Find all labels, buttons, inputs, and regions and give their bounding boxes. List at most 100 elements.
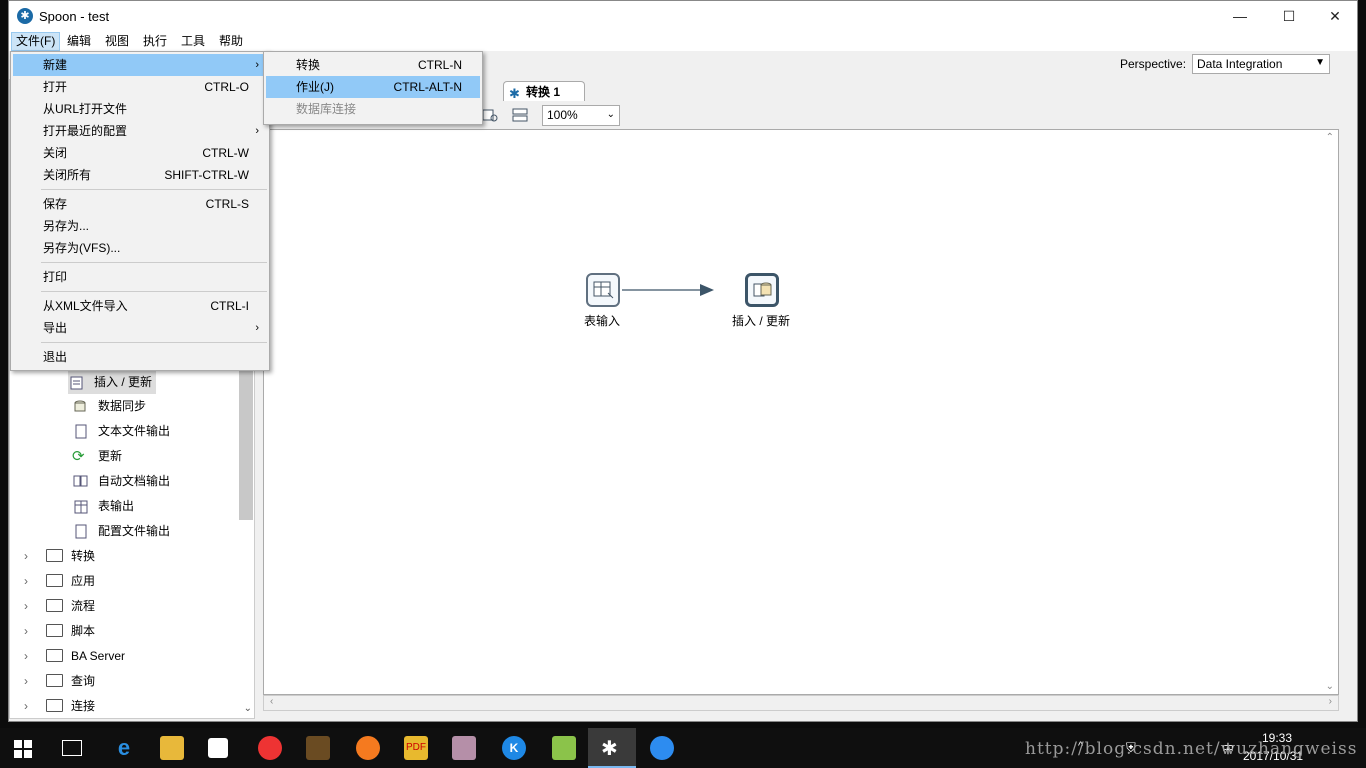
file-menu-open-recent[interactable]: 打开最近的配置 ›: [13, 120, 267, 142]
file-menu-new[interactable]: 新建 ›: [13, 54, 267, 76]
explore-db-icon[interactable]: [481, 107, 499, 123]
tree-folder-query[interactable]: › 查询: [24, 669, 95, 693]
chevron-right-icon: ›: [24, 649, 28, 663]
close-button[interactable]: ✕: [1312, 1, 1357, 31]
tree-folder-ba-server[interactable]: › BA Server: [24, 644, 125, 668]
watermark-text: http://blog.csdn.net/wuzhangweiss: [1025, 739, 1358, 759]
tree-step-data-sync[interactable]: 数据同步: [72, 394, 146, 418]
notes-app-icon[interactable]: [552, 736, 576, 760]
spoon-taskbar-icon: ✱: [601, 738, 618, 760]
window-title: Spoon - test: [39, 9, 110, 24]
table-input-icon: [593, 281, 614, 299]
folder-icon: [46, 624, 63, 638]
transformation-canvas[interactable]: 表输入 插入 / 更新 ⌃ ⌄: [263, 129, 1339, 695]
file-menu-exit[interactable]: 退出: [13, 346, 267, 368]
document-icon: [72, 474, 90, 490]
perspective-label: Perspective:: [1120, 57, 1187, 71]
firefox-icon[interactable]: [356, 736, 380, 760]
scroll-down-icon[interactable]: ⌄: [244, 703, 252, 714]
step-label-insert-update: 插入 / 更新: [732, 314, 791, 328]
taskbar-spoon-active[interactable]: ✱: [588, 728, 636, 768]
scroll-down-icon[interactable]: ⌄: [1326, 681, 1334, 692]
menu-file[interactable]: 文件(F): [11, 32, 61, 51]
scroll-left-icon[interactable]: ‹: [270, 696, 273, 707]
menu-help[interactable]: 帮助: [215, 33, 247, 50]
spoon-app-icon: ✱: [17, 8, 33, 24]
tree-folder-connection[interactable]: › 连接: [24, 694, 95, 718]
task-view-icon[interactable]: [62, 740, 82, 756]
windows-start-icon[interactable]: [14, 740, 32, 758]
menu-separator: [41, 189, 267, 190]
database-tool-icon[interactable]: [452, 736, 476, 760]
chevron-right-icon: ›: [24, 699, 28, 713]
file-menu-import-xml[interactable]: 从XML文件导入 CTRL-I: [13, 295, 267, 317]
tree-folder-flow[interactable]: › 流程: [24, 594, 95, 618]
tree-step-insert-update[interactable]: 插入 / 更新: [68, 370, 157, 394]
file-menu-save-as[interactable]: 另存为...: [13, 215, 267, 237]
k-app-icon[interactable]: K: [502, 736, 526, 760]
tree-folder-script[interactable]: › 脚本: [24, 619, 95, 643]
file-explorer-icon[interactable]: [160, 736, 184, 760]
chevron-down-icon: ▼: [1315, 57, 1325, 68]
scroll-right-icon[interactable]: ›: [1329, 696, 1332, 707]
perspective-value: Data Integration: [1197, 57, 1283, 71]
chevron-right-icon: ›: [24, 599, 28, 613]
file-menu-open-url[interactable]: 从URL打开文件: [13, 98, 267, 120]
menu-bar: 文件(F) 编辑 视图 执行 工具 帮助: [9, 31, 1357, 51]
new-menu-job[interactable]: 作业(J) CTRL-ALT-N: [266, 76, 480, 98]
step-label-table-input: 表输入: [584, 314, 621, 328]
game-app-icon[interactable]: [306, 736, 330, 760]
menu-run[interactable]: 执行: [139, 33, 171, 50]
layout-icon[interactable]: [511, 107, 529, 123]
pdf-app-icon[interactable]: PDF: [404, 736, 428, 760]
tree-step-text-output[interactable]: 文本文件输出: [72, 419, 170, 443]
chevron-right-icon: ›: [24, 624, 28, 638]
menu-separator: [41, 342, 267, 343]
text-file-icon: [72, 424, 90, 440]
new-submenu-dropdown: 转换 CTRL-N 作业(J) CTRL-ALT-N 数据库连接: [263, 51, 483, 125]
insert-update-icon: [68, 375, 86, 391]
feather-app-icon[interactable]: [650, 736, 674, 760]
file-menu-close-all[interactable]: 关闭所有 SHIFT-CTRL-W: [13, 164, 267, 186]
file-menu-print[interactable]: 打印: [13, 266, 267, 288]
chevron-right-icon: ›: [255, 125, 259, 137]
canvas-hscrollbar[interactable]: ‹ ›: [263, 695, 1339, 711]
chrome-icon[interactable]: [258, 736, 282, 760]
transform-icon: ✱: [509, 86, 520, 101]
menu-tools[interactable]: 工具: [177, 33, 209, 50]
perspective-select[interactable]: Data Integration ▼: [1192, 54, 1330, 74]
zoom-select[interactable]: 100% ⌄: [542, 105, 620, 126]
file-menu-export[interactable]: 导出 ›: [13, 317, 267, 339]
refresh-icon: ⟳: [72, 447, 85, 465]
chevron-right-icon: ›: [24, 549, 28, 563]
edge-browser-icon[interactable]: e: [112, 736, 136, 760]
maximize-button[interactable]: ☐: [1266, 1, 1312, 31]
menu-edit[interactable]: 编辑: [63, 33, 95, 50]
tree-step-table-output[interactable]: 表输出: [72, 494, 134, 518]
tree-folder-transform[interactable]: › 转换: [24, 544, 95, 568]
menu-view[interactable]: 视图: [101, 33, 133, 50]
tree-step-update[interactable]: ⟳ 更新: [72, 444, 122, 468]
zoom-value: 100%: [547, 108, 578, 122]
tree-folder-app[interactable]: › 应用: [24, 569, 95, 593]
file-menu-close[interactable]: 关闭 CTRL-W: [13, 142, 267, 164]
tree-scrollbar[interactable]: [239, 370, 253, 520]
step-insert-update[interactable]: [745, 273, 779, 307]
scroll-up-icon[interactable]: ⌃: [1326, 132, 1334, 143]
hop-arrow-icon: [700, 284, 714, 296]
folder-icon: [46, 649, 63, 663]
file-menu-open[interactable]: 打开 CTRL-O: [13, 76, 267, 98]
step-table-input[interactable]: [586, 273, 620, 307]
file-menu-save-as-vfs[interactable]: 另存为(VFS)...: [13, 237, 267, 259]
tab-transform-1[interactable]: ✱ 转换 1: [503, 81, 585, 101]
database-icon: [72, 399, 90, 415]
store-icon[interactable]: [208, 738, 228, 758]
tree-step-config-output[interactable]: 配置文件输出: [72, 519, 170, 543]
chevron-right-icon: ›: [255, 59, 259, 71]
table-output-icon: [72, 499, 90, 515]
new-menu-transform[interactable]: 转换 CTRL-N: [266, 54, 480, 76]
folder-icon: [46, 599, 63, 613]
file-menu-save[interactable]: 保存 CTRL-S: [13, 193, 267, 215]
tree-step-auto-doc[interactable]: 自动文档输出: [72, 469, 170, 493]
minimize-button[interactable]: —: [1217, 1, 1263, 31]
